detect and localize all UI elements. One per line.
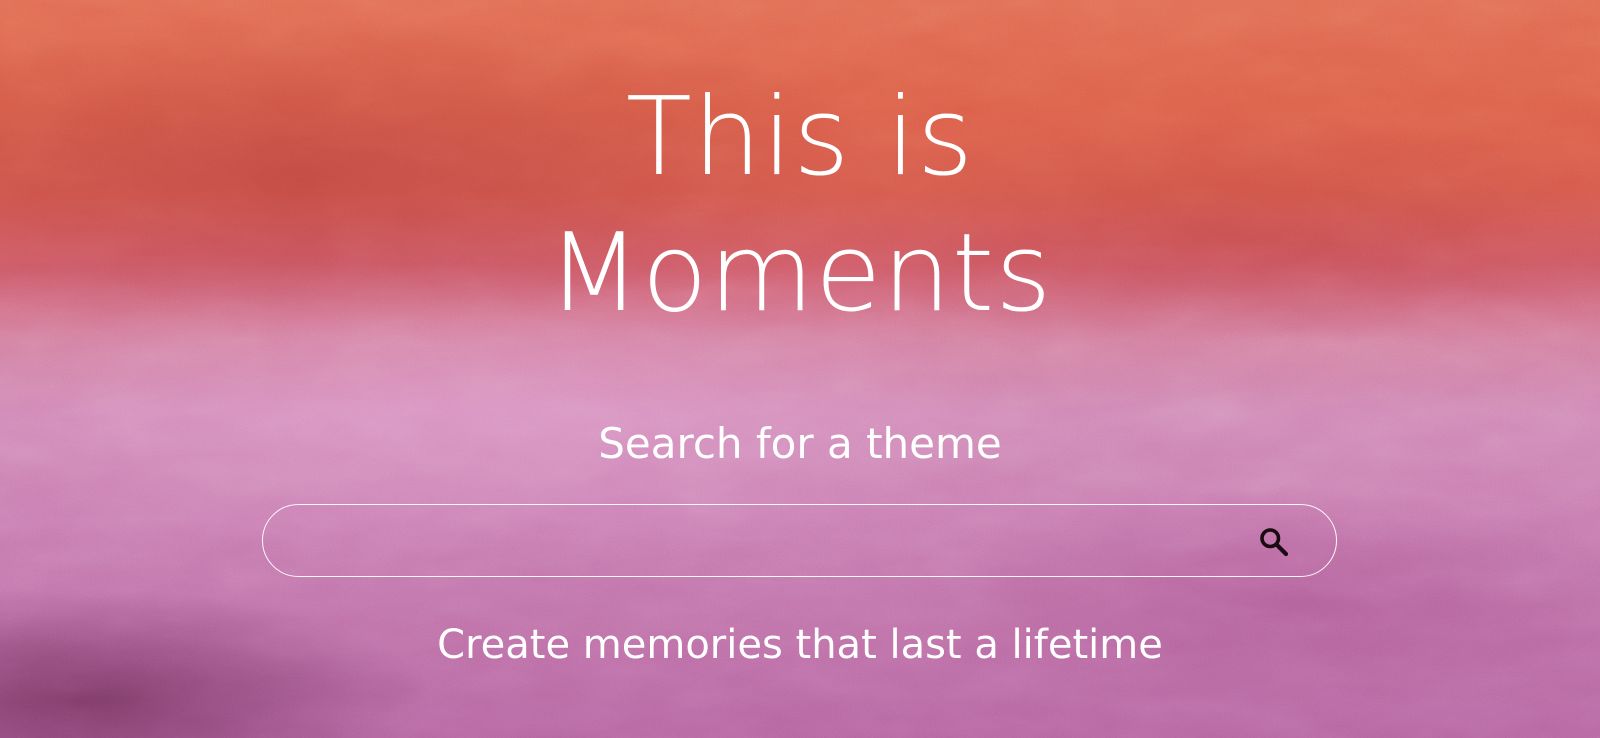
search-button[interactable]	[1256, 524, 1292, 560]
tagline: Create memories that last a lifetime	[437, 622, 1163, 668]
search-label: Search for a theme	[598, 419, 1002, 468]
search-input[interactable]	[293, 505, 1197, 577]
search-bar	[262, 504, 1337, 577]
search-icon	[1260, 528, 1289, 557]
title-line-2: Moments	[547, 211, 1053, 336]
page-title: This is Moments	[0, 70, 1600, 342]
title-line-1: This is	[625, 75, 975, 200]
